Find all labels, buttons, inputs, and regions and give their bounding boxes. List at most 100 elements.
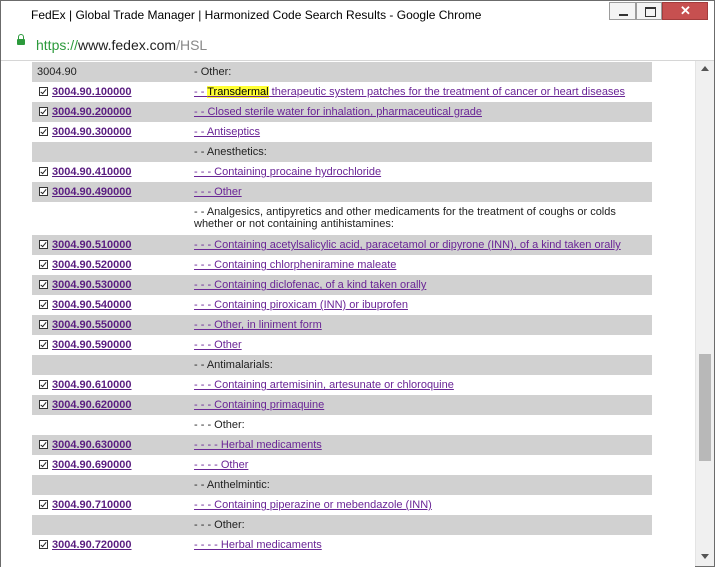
page-content: 3004.90 - Other: 3004.90.100000 - - Transde… bbox=[1, 61, 695, 567]
description-link[interactable]: - - - Containing chlorpheniramine maleat… bbox=[194, 259, 396, 271]
table-row: 3004.90.630000 - - - - Herbal medicaments bbox=[32, 435, 652, 455]
description-link[interactable]: - - - Containing primaquine bbox=[194, 399, 324, 411]
minimize-icon bbox=[619, 14, 628, 16]
description-link[interactable]: - - - Containing piroxicam (INN) or ibup… bbox=[194, 299, 408, 311]
category-heading: - - Anesthetics: bbox=[194, 146, 267, 158]
lock-icon bbox=[17, 34, 25, 45]
table-row: 3004.90.100000 - - Transdermal therapeuti… bbox=[32, 82, 652, 102]
description-link[interactable]: - - - Containing artemisinin, artesunate… bbox=[194, 379, 454, 391]
hs-code-link[interactable]: 3004.90.550000 bbox=[52, 319, 132, 331]
hs-code-link[interactable]: 3004.90.720000 bbox=[52, 539, 132, 551]
hs-code-link[interactable]: 3004.90.520000 bbox=[52, 259, 132, 271]
url-path: /HSL bbox=[176, 37, 208, 53]
checkbox-checked-icon[interactable] bbox=[39, 340, 48, 349]
checkbox-checked-icon[interactable] bbox=[39, 320, 48, 329]
checkbox-checked-icon[interactable] bbox=[39, 540, 48, 549]
description-link[interactable]: - - - Other, in liniment form bbox=[194, 319, 322, 331]
checkbox-checked-icon[interactable] bbox=[39, 500, 48, 509]
category-heading: - - Anthelmintic: bbox=[194, 479, 270, 491]
url-scheme: https:// bbox=[36, 37, 79, 53]
hs-code-link[interactable]: 3004.90.620000 bbox=[52, 399, 132, 411]
checkbox-checked-icon[interactable] bbox=[39, 260, 48, 269]
description-text: therapeutic system patches for the treat… bbox=[268, 86, 626, 98]
minimize-button[interactable] bbox=[609, 2, 636, 20]
table-row-heading: 3004.90 - Other: bbox=[32, 62, 652, 82]
description-link[interactable]: - - - Containing procaine hydrochloride bbox=[194, 166, 381, 178]
results-table: 3004.90 - Other: 3004.90.100000 - - Transde… bbox=[32, 62, 652, 555]
description-link[interactable]: - - - - Other bbox=[194, 459, 248, 471]
hs-code-link[interactable]: 3004.90.540000 bbox=[52, 299, 132, 311]
description-link[interactable]: - - Antiseptics bbox=[194, 126, 260, 138]
scroll-thumb[interactable] bbox=[699, 354, 711, 461]
table-row: 3004.90.690000 - - - - Other bbox=[32, 455, 652, 475]
checkbox-checked-icon[interactable] bbox=[39, 187, 48, 196]
window-title: FedEx | Global Trade Manager | Harmonize… bbox=[31, 8, 482, 22]
category-heading: - - - Other: bbox=[194, 519, 245, 531]
search-highlight: Transdermal bbox=[207, 86, 269, 98]
maximize-button[interactable] bbox=[636, 2, 662, 20]
hs-code-link[interactable]: 3004.90.690000 bbox=[52, 459, 132, 471]
maximize-icon bbox=[645, 7, 656, 17]
description-link[interactable]: - - - Other bbox=[194, 339, 242, 351]
checkbox-checked-icon[interactable] bbox=[39, 400, 48, 409]
close-button[interactable]: ✕ bbox=[662, 2, 708, 20]
hs-code-link[interactable]: 3004.90.100000 bbox=[52, 86, 132, 98]
category-heading: - - - Other: bbox=[194, 419, 245, 431]
table-row: 3004.90.720000 - - - - Herbal medicaments bbox=[32, 535, 652, 555]
description-link[interactable]: - - Transdermal therapeutic system patch… bbox=[194, 86, 625, 98]
hs-code-link[interactable]: 3004.90.710000 bbox=[52, 499, 132, 511]
browser-window: FedEx | Global Trade Manager | Harmonize… bbox=[0, 0, 715, 567]
checkbox-checked-icon[interactable] bbox=[39, 167, 48, 176]
table-row-heading: - - Antimalarials: bbox=[32, 355, 652, 375]
description-link[interactable]: - - Closed sterile water for inhalation,… bbox=[194, 106, 482, 118]
hs-code-link[interactable]: 3004.90.590000 bbox=[52, 339, 132, 351]
table-row-heading: - - Anthelmintic: bbox=[32, 475, 652, 495]
hs-code-link[interactable]: 3004.90.300000 bbox=[52, 126, 132, 138]
description-link[interactable]: - - - - Herbal medicaments bbox=[194, 539, 322, 551]
scroll-up-arrow-icon[interactable] bbox=[701, 66, 709, 71]
hs-code-link[interactable]: 3004.90.630000 bbox=[52, 439, 132, 451]
table-row-heading: - - Analgesics, antipyretics and other m… bbox=[32, 202, 652, 235]
description-link[interactable]: - - - Containing diclofenac, of a kind t… bbox=[194, 279, 426, 291]
hs-code-link[interactable]: 3004.90.410000 bbox=[52, 166, 132, 178]
close-icon: ✕ bbox=[680, 3, 691, 18]
checkbox-checked-icon[interactable] bbox=[39, 107, 48, 116]
description-link[interactable]: - - - - Herbal medicaments bbox=[194, 439, 322, 451]
table-row: 3004.90.590000 - - - Other bbox=[32, 335, 652, 355]
table-row-heading: - - Anesthetics: bbox=[32, 142, 652, 162]
checkbox-checked-icon[interactable] bbox=[39, 300, 48, 309]
table-row: 3004.90.540000 - - - Containing piroxicam… bbox=[32, 295, 652, 315]
checkbox-checked-icon[interactable] bbox=[39, 127, 48, 136]
table-row: 3004.90.490000 - - - Other bbox=[32, 182, 652, 202]
table-row: 3004.90.530000 - - - Containing diclofena… bbox=[32, 275, 652, 295]
hs-code-link[interactable]: 3004.90.510000 bbox=[52, 239, 132, 251]
hs-code-link[interactable]: 3004.90.610000 bbox=[52, 379, 132, 391]
category-heading: - - Analgesics, antipyretics and other m… bbox=[194, 206, 616, 230]
address-bar[interactable]: https://www.fedex.com/HSL bbox=[1, 29, 714, 61]
checkbox-checked-icon[interactable] bbox=[39, 87, 48, 96]
description-link[interactable]: - - - Containing acetylsalicylic acid, p… bbox=[194, 239, 621, 251]
table-row: 3004.90.620000 - - - Containing primaquin… bbox=[32, 395, 652, 415]
hs-code-link[interactable]: 3004.90.200000 bbox=[52, 106, 132, 118]
checkbox-checked-icon[interactable] bbox=[39, 280, 48, 289]
description-link[interactable]: - - - Other bbox=[194, 186, 242, 198]
table-row: 3004.90.550000 - - - Other, in liniment f… bbox=[32, 315, 652, 335]
scroll-down-arrow-icon[interactable] bbox=[701, 554, 709, 559]
checkbox-checked-icon[interactable] bbox=[39, 460, 48, 469]
table-row: 3004.90.200000 - - Closed sterile water f… bbox=[32, 102, 652, 122]
category-heading: - Other: bbox=[194, 66, 232, 78]
table-row: 3004.90.510000 - - - Containing acetylsal… bbox=[32, 235, 652, 255]
hs-code-link[interactable]: 3004.90.530000 bbox=[52, 279, 132, 291]
category-heading: - - Antimalarials: bbox=[194, 359, 273, 371]
description-link[interactable]: - - - Containing piperazine or mebendazo… bbox=[194, 499, 432, 511]
table-row: 3004.90.410000 - - - Containing procaine … bbox=[32, 162, 652, 182]
checkbox-checked-icon[interactable] bbox=[39, 240, 48, 249]
table-row: 3004.90.300000 - - Antiseptics bbox=[32, 122, 652, 142]
url-text[interactable]: https://www.fedex.com/HSL bbox=[36, 37, 207, 53]
title-bar: FedEx | Global Trade Manager | Harmonize… bbox=[1, 1, 714, 29]
hs-code-link[interactable]: 3004.90.490000 bbox=[52, 186, 132, 198]
url-host: www.fedex.com bbox=[78, 37, 177, 53]
checkbox-checked-icon[interactable] bbox=[39, 440, 48, 449]
vertical-scrollbar[interactable] bbox=[695, 61, 714, 566]
checkbox-checked-icon[interactable] bbox=[39, 380, 48, 389]
